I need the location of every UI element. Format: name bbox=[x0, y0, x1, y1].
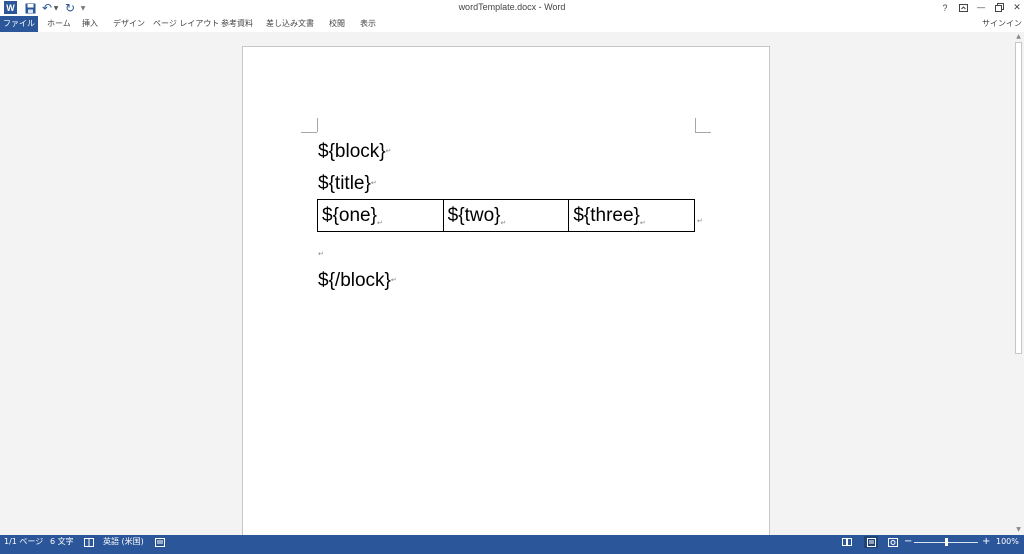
read-mode-icon bbox=[842, 538, 852, 546]
row-end-mark: ↵ bbox=[697, 217, 703, 225]
tab-file[interactable]: ファイル bbox=[0, 16, 38, 32]
ribbon-display-options-button[interactable] bbox=[956, 1, 970, 14]
web-layout-button[interactable] bbox=[886, 536, 900, 548]
plus-icon: + bbox=[982, 536, 991, 547]
paragraph-mark: ↵ bbox=[318, 251, 324, 258]
close-button[interactable]: ✕ bbox=[1010, 1, 1024, 14]
macro-recording-button[interactable] bbox=[155, 535, 165, 552]
paragraph-mark: ↵ bbox=[385, 148, 392, 155]
vertical-scrollbar[interactable]: ▲ ▼ bbox=[1013, 32, 1024, 535]
zoom-in-button[interactable]: + bbox=[982, 535, 990, 549]
tab-view[interactable]: 表示 bbox=[360, 16, 376, 32]
template-table[interactable]: ${one}↵ ${two}↵ ${three}↵ bbox=[317, 199, 695, 232]
tab-page-layout[interactable]: ページ レイアウト bbox=[153, 16, 219, 32]
cell-text: ${two} bbox=[447, 204, 501, 226]
scroll-down-button[interactable]: ▼ bbox=[1013, 525, 1024, 535]
table-row: ${one}↵ ${two}↵ ${three}↵ bbox=[317, 199, 695, 232]
paragraph-mark: ↵ bbox=[390, 277, 397, 284]
page-count-status[interactable]: 1/1 ページ bbox=[4, 535, 43, 549]
tab-insert[interactable]: 挿入 bbox=[82, 16, 98, 32]
paragraph-block-end[interactable]: ${/block}↵ bbox=[318, 269, 397, 293]
scroll-up-button[interactable]: ▲ bbox=[1013, 32, 1024, 42]
cell-mark: ↵ bbox=[376, 219, 383, 227]
status-bar: 1/1 ページ 6 文字 英語 (米国) − + 100% bbox=[0, 535, 1024, 554]
table-cell[interactable]: ${three}↵ bbox=[568, 199, 695, 232]
paragraph-text: ${/block} bbox=[318, 270, 391, 291]
table-cell[interactable]: ${two}↵ bbox=[442, 199, 570, 232]
restore-icon bbox=[994, 3, 1004, 12]
cell-text: ${one} bbox=[322, 204, 377, 226]
minimize-icon: — bbox=[976, 2, 986, 13]
paragraph-empty[interactable]: ↵ bbox=[318, 243, 324, 267]
tab-references[interactable]: 参考資料 bbox=[221, 16, 253, 32]
cell-mark: ↵ bbox=[639, 219, 646, 227]
proofing-book-icon bbox=[84, 538, 94, 547]
help-button[interactable]: ? bbox=[938, 1, 952, 14]
chevron-down-icon: ▼ bbox=[1016, 526, 1021, 533]
print-layout-button[interactable] bbox=[864, 536, 878, 548]
chevron-up-icon: ▲ bbox=[1016, 33, 1021, 40]
window-title: wordTemplate.docx - Word bbox=[458, 2, 566, 12]
cell-mark: ↵ bbox=[500, 219, 507, 227]
restore-button[interactable] bbox=[992, 1, 1006, 14]
crop-mark-top-left bbox=[301, 132, 317, 133]
crop-mark-top-left bbox=[317, 118, 318, 132]
zoom-level[interactable]: 100% bbox=[996, 535, 1019, 549]
tab-home[interactable]: ホーム bbox=[47, 16, 71, 32]
web-layout-icon bbox=[888, 537, 898, 547]
tab-design[interactable]: デザイン bbox=[113, 16, 145, 32]
language-status[interactable]: 英語 (米国) bbox=[103, 535, 144, 549]
tab-mailings[interactable]: 差し込み文書 bbox=[266, 16, 314, 32]
document-page[interactable]: ${block}↵ ${title}↵ ${one}↵ ${two}↵ ${th… bbox=[242, 46, 770, 536]
ribbon-tab-bar: ファイル ホーム 挿入 デザイン ページ レイアウト 参考資料 差し込み文書 校… bbox=[0, 16, 1024, 32]
signin-link[interactable]: サインイン bbox=[982, 16, 1022, 32]
zoom-slider-thumb[interactable] bbox=[944, 538, 948, 546]
document-workspace[interactable]: ${block}↵ ${title}↵ ${one}↵ ${two}↵ ${th… bbox=[0, 32, 1024, 536]
paragraph-title[interactable]: ${title}↵ bbox=[318, 172, 377, 196]
crop-mark-top-right bbox=[695, 132, 711, 133]
crop-mark-top-right bbox=[695, 118, 696, 132]
minimize-button[interactable]: — bbox=[974, 1, 988, 14]
cell-text: ${three} bbox=[573, 204, 640, 226]
minus-icon: − bbox=[904, 536, 913, 547]
tab-review[interactable]: 校閲 bbox=[329, 16, 345, 32]
paragraph-text: ${title} bbox=[318, 173, 371, 194]
paragraph-text: ${block} bbox=[318, 141, 386, 162]
zoom-out-button[interactable]: − bbox=[904, 535, 912, 549]
scroll-thumb[interactable] bbox=[1015, 42, 1022, 354]
read-mode-button[interactable] bbox=[840, 536, 854, 548]
ribbon-options-icon bbox=[958, 3, 968, 12]
table-cell[interactable]: ${one}↵ bbox=[317, 199, 444, 232]
macro-icon bbox=[155, 538, 165, 547]
word-count-status[interactable]: 6 文字 bbox=[50, 535, 74, 549]
title-bar: W ↶ ▼ ↻ ▼ wordTemplate.docx - Word ? — ✕ bbox=[0, 0, 1024, 16]
help-icon: ? bbox=[942, 2, 948, 13]
proofing-status-button[interactable] bbox=[84, 535, 94, 552]
paragraph-block-start[interactable]: ${block}↵ bbox=[318, 140, 392, 164]
print-layout-icon bbox=[866, 537, 876, 547]
paragraph-mark: ↵ bbox=[370, 180, 377, 187]
close-icon: ✕ bbox=[1013, 2, 1021, 13]
